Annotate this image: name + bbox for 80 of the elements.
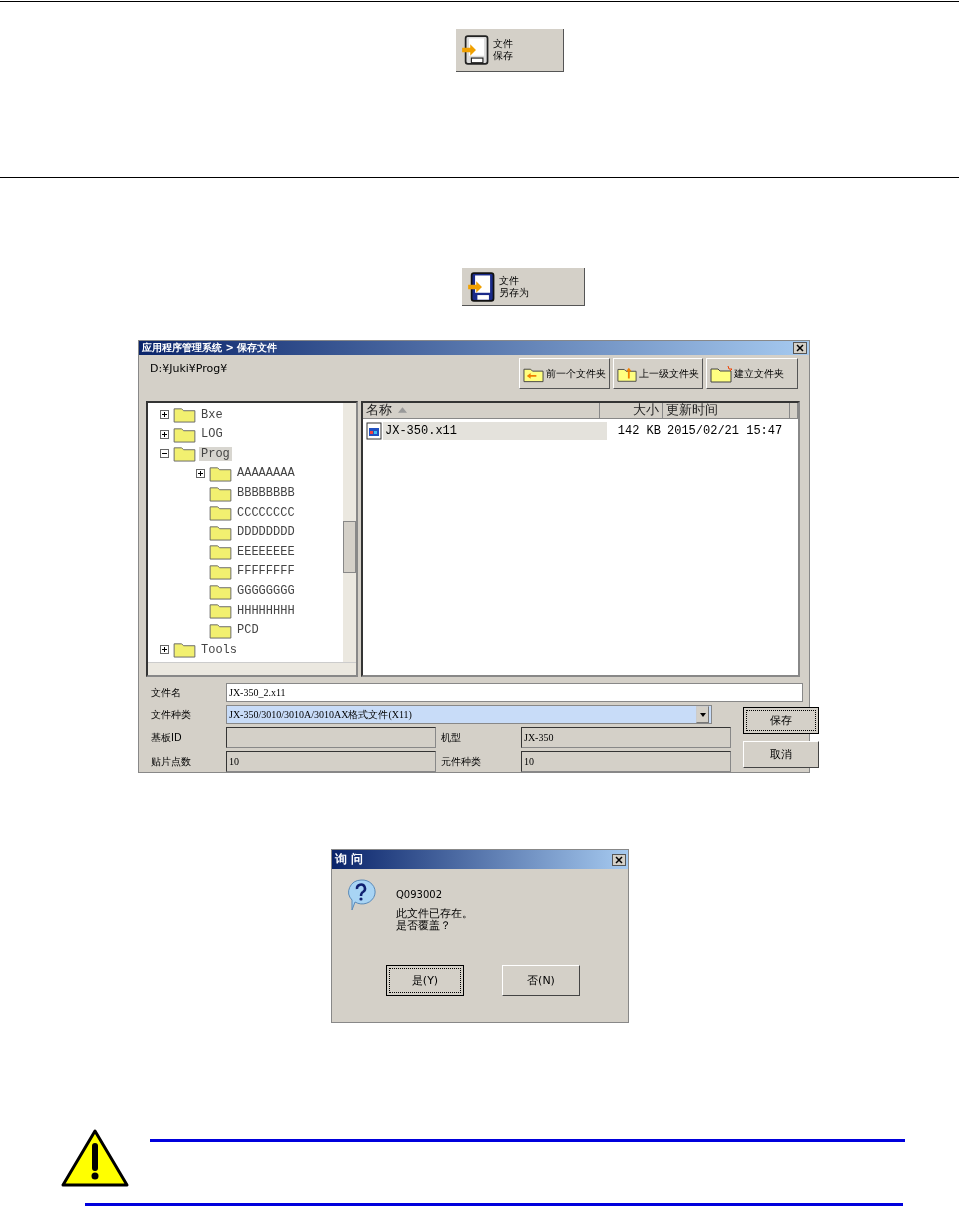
scrollbar[interactable] <box>343 402 356 662</box>
folder-icon <box>209 621 232 639</box>
save-icon <box>468 271 496 302</box>
tree-item[interactable]: AAAAAAAA <box>235 466 297 481</box>
toolbar-button[interactable]: 前一个文件夹 <box>519 358 610 389</box>
file-name-field[interactable]: JX-350_2.x11 <box>226 683 803 702</box>
button-label: 文件 <box>499 274 520 287</box>
close-button[interactable] <box>793 342 807 354</box>
tree-item[interactable]: CCCCCCCC <box>235 505 297 520</box>
folder-icon <box>209 582 232 600</box>
file-date: 2015/02/21 15:47 <box>667 423 783 438</box>
field-label: 基板ID <box>150 730 183 745</box>
dialog-button[interactable]: 是(Y) <box>386 965 464 996</box>
input-field[interactable] <box>226 727 436 748</box>
dialog-button[interactable]: 取消 <box>743 741 819 768</box>
file-size: 142 KB <box>616 423 661 438</box>
expand-toggle[interactable] <box>160 410 170 420</box>
file-save-as-button[interactable]: 文件 另存为 <box>462 268 585 306</box>
tree-item[interactable]: HHHHHHHH <box>235 603 297 618</box>
folder-path: D:¥Juki¥Prog¥ <box>150 362 228 375</box>
toolbar-button[interactable]: 上一级文件夹 <box>613 358 703 389</box>
expand-toggle[interactable] <box>196 468 206 478</box>
warning-icon <box>60 1128 130 1188</box>
folder-icon <box>173 445 196 463</box>
dialog-button[interactable]: 否(N) <box>502 965 580 996</box>
tree-item[interactable]: PCD <box>235 623 261 638</box>
save-icon <box>462 35 490 65</box>
message-text: 此文件已存在。 <box>396 908 473 920</box>
tree-item[interactable]: GGGGGGGG <box>235 584 297 598</box>
tree-item[interactable]: BBBBBBBB <box>235 486 297 501</box>
scrollbar[interactable] <box>148 662 356 675</box>
sort-arrow-icon <box>398 407 407 414</box>
folder-icon <box>209 543 232 561</box>
folder-icon <box>173 641 196 659</box>
expand-toggle[interactable] <box>160 645 170 655</box>
button-label: 另存为 <box>499 286 529 299</box>
window-title: 应用程序管理系统 > 保存文件 <box>142 341 278 355</box>
folder-icon <box>209 602 232 620</box>
folder-icon <box>173 425 196 443</box>
close-button[interactable] <box>612 853 626 866</box>
tree-item[interactable]: DDDDDDDD <box>235 525 297 540</box>
question-icon <box>346 879 376 911</box>
input-field[interactable]: JX-350 <box>521 727 731 748</box>
tree-item[interactable]: Tools <box>199 642 239 657</box>
folder-icon <box>209 464 232 482</box>
column-header[interactable]: 更新时间 <box>663 402 790 418</box>
field-label: 文件种类 <box>150 707 192 722</box>
tree-item[interactable]: Prog <box>199 446 232 461</box>
tree-item[interactable]: EEEEEEEE <box>235 544 297 559</box>
toolbar-button[interactable]: 建立文件夹 <box>706 358 798 389</box>
tree-item[interactable]: LOG <box>199 427 225 442</box>
message-code: Q093002 <box>396 889 444 900</box>
tree-item[interactable]: Bxe <box>199 407 225 422</box>
message-text: 是否覆盖？ <box>396 920 451 932</box>
column-header[interactable]: 名称 <box>363 402 600 418</box>
window-title: 询 问 <box>335 851 364 868</box>
file-name[interactable]: JX-350.x11 <box>383 421 607 440</box>
button-label: 文件 <box>493 38 513 50</box>
field-label: 元件种类 <box>440 754 482 769</box>
file-type-dropdown[interactable]: JX-350/3010/3010A/3010AX格式文件(X11) <box>226 705 712 724</box>
tree-item[interactable]: FFFFFFFF <box>235 564 297 579</box>
file-icon <box>366 421 382 440</box>
button-label: 保存 <box>493 50 513 62</box>
dialog-button[interactable]: 保存 <box>743 707 819 734</box>
file-save-button[interactable]: 文件 保存 <box>456 29 564 72</box>
expand-toggle[interactable] <box>160 429 170 439</box>
expand-toggle[interactable] <box>160 449 170 459</box>
folder-icon <box>209 484 232 502</box>
input-field[interactable]: 10 <box>521 751 731 772</box>
folder-icon <box>209 562 232 580</box>
input-field[interactable]: 10 <box>226 751 436 772</box>
field-label: 文件名 <box>150 685 182 700</box>
field-label: 贴片点数 <box>150 754 192 769</box>
folder-icon <box>209 504 232 522</box>
folder-icon <box>710 364 732 383</box>
column-header[interactable]: 大小 <box>600 402 663 418</box>
dropdown-arrow-icon <box>699 712 706 717</box>
folder-icon <box>209 523 232 541</box>
field-label: 机型 <box>440 730 462 745</box>
folder-icon <box>173 406 196 424</box>
